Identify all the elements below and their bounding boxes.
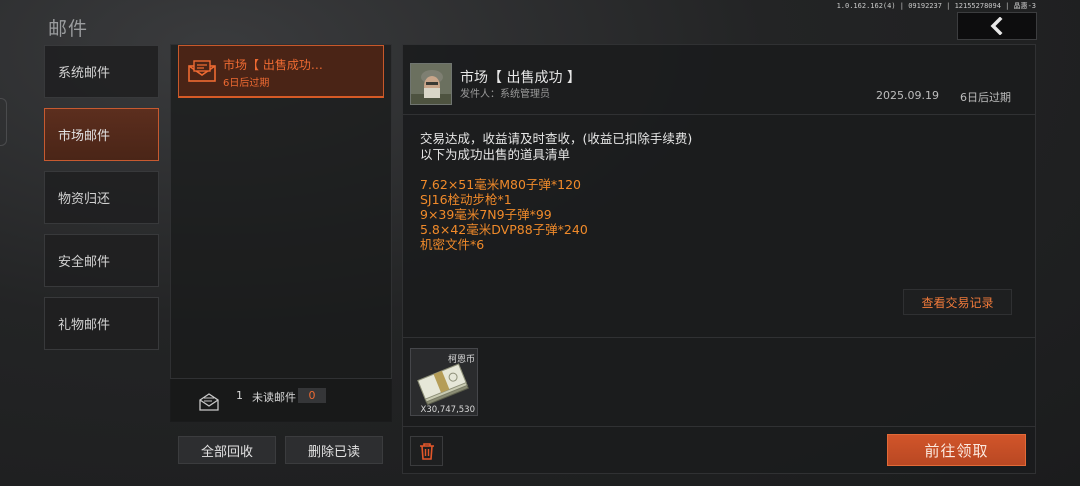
attachment-quantity: X30,747,530	[420, 405, 476, 415]
category-label: 安全邮件	[58, 255, 111, 270]
sold-item-line: 5.8×42毫米DVP88子弹*240	[420, 222, 588, 237]
mail-title: 市场【 出售成功 】	[460, 70, 581, 86]
back-button[interactable]	[957, 12, 1037, 40]
sold-item-line: 机密文件*6	[420, 237, 485, 252]
category-security-mail[interactable]: 安全邮件	[44, 234, 159, 287]
mail-list-panel	[170, 44, 392, 422]
unread-badge: 0	[298, 388, 326, 403]
divider	[402, 426, 1036, 427]
sold-item-line: 7.62×51毫米M80子弹*120	[420, 177, 582, 192]
category-label: 礼物邮件	[58, 318, 111, 333]
delete-mail-button[interactable]	[410, 436, 443, 466]
unread-summary: 1 未读邮件 0	[170, 378, 392, 422]
category-label: 物资归还	[58, 192, 111, 207]
mail-detail-panel	[402, 44, 1036, 474]
unread-label: 未读邮件	[252, 391, 296, 404]
chevron-left-icon	[990, 17, 1003, 35]
mail-list-item[interactable]: 市场【 出售成功… 6日后过期	[178, 45, 384, 98]
category-system-mail[interactable]: 系统邮件	[44, 45, 159, 98]
side-drawer-handle[interactable]	[0, 98, 7, 146]
banknote-stack-icon	[417, 363, 469, 405]
mail-expiry: 6日后过期	[223, 78, 270, 89]
sender-avatar	[410, 63, 452, 105]
category-item-return[interactable]: 物资归还	[44, 171, 159, 224]
sold-item-line: SJ16栓动步枪*1	[420, 192, 512, 207]
sold-item-line: 9×39毫米7N9子弹*99	[420, 207, 552, 222]
open-envelope-icon	[199, 393, 219, 411]
delete-read-button[interactable]: 删除已读	[285, 436, 383, 464]
page-title: 邮件	[48, 18, 89, 40]
mail-subject: 市场【 出售成功…	[223, 58, 323, 72]
version-info: 1.0.162.162(4) | 09192237 | 12155278094 …	[836, 2, 1036, 10]
view-trade-log-button[interactable]: 查看交易记录	[903, 289, 1012, 315]
envelope-icon	[188, 60, 216, 82]
trash-icon	[419, 443, 434, 460]
mail-sender: 发件人：系统管理员	[460, 89, 550, 100]
category-market-mail[interactable]: 市场邮件	[44, 108, 159, 161]
collect-all-button[interactable]: 全部回收	[178, 436, 276, 464]
claim-button[interactable]: 前往领取	[887, 434, 1026, 466]
unread-count: 1	[236, 389, 243, 402]
mail-detail-expiry: 6日后过期	[960, 91, 1011, 104]
divider	[402, 337, 1036, 338]
category-label: 系统邮件	[58, 66, 111, 81]
mail-body-line: 交易达成，收益请及时查收，(收益已扣除手续费)	[420, 131, 693, 146]
divider	[402, 114, 1036, 115]
mail-body-line: 以下为成功出售的道具清单	[420, 147, 571, 162]
attachment-item[interactable]: 柯恩币 X30,747,530	[410, 348, 478, 416]
mail-date: 2025.09.19	[876, 89, 939, 102]
category-label: 市场邮件	[58, 129, 111, 144]
category-gift-mail[interactable]: 礼物邮件	[44, 297, 159, 350]
